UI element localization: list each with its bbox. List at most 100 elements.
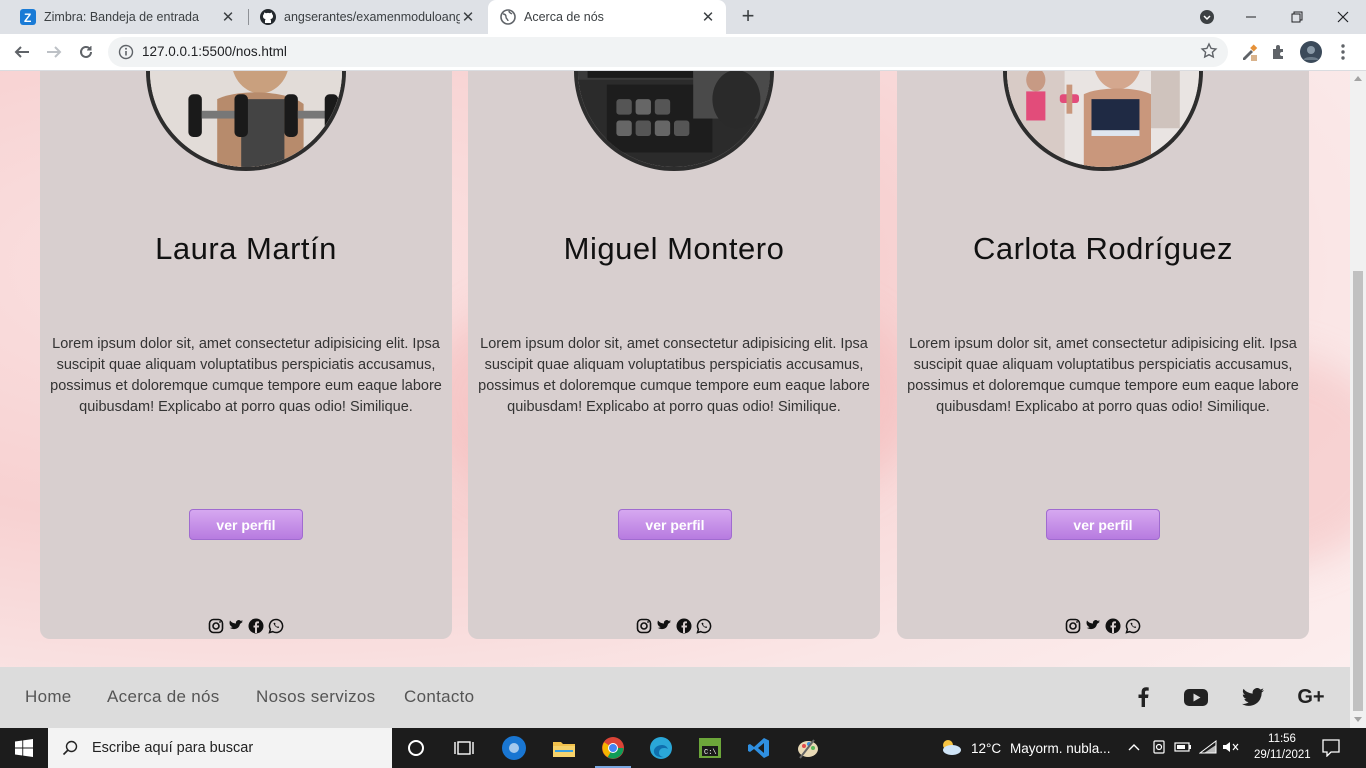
browser-tab-bar: Z Zimbra: Bandeja de entrada ✕ angserant… xyxy=(0,0,1366,34)
social-icons xyxy=(40,618,452,634)
cortana-icon[interactable] xyxy=(392,728,440,768)
facebook-icon[interactable] xyxy=(1105,618,1121,634)
facebook-icon[interactable] xyxy=(676,618,692,634)
team-card: Laura Martín Lorem ipsum dolor sit, amet… xyxy=(40,71,452,639)
windows-start-icon[interactable] xyxy=(0,728,48,768)
member-description: Lorem ipsum dolor sit, amet consectetur … xyxy=(50,336,442,415)
footer-link-servizos[interactable]: Nosos servizos xyxy=(256,687,375,707)
social-icons xyxy=(897,618,1309,634)
meet-now-icon[interactable] xyxy=(1152,740,1166,761)
profile-avatar[interactable] xyxy=(1300,41,1322,63)
battery-icon[interactable] xyxy=(1174,740,1192,759)
search-placeholder: Escribe aquí para buscar xyxy=(92,740,254,756)
footer-link-acerca[interactable]: Acerca de nós xyxy=(107,687,220,707)
clock-time: 11:56 xyxy=(1268,733,1296,745)
profile-photo xyxy=(146,71,346,171)
eyedropper-extension-icon[interactable] xyxy=(1238,41,1260,63)
ver-perfil-button[interactable]: ver perfil xyxy=(189,509,303,540)
globe-icon xyxy=(500,9,516,25)
team-card: Carlota Rodríguez Lorem ipsum dolor sit,… xyxy=(897,71,1309,639)
facebook-icon[interactable] xyxy=(248,618,264,634)
twitter-icon[interactable] xyxy=(1085,618,1101,634)
member-name: Carlota Rodríguez xyxy=(972,231,1234,266)
member-description: Lorem ipsum dolor sit, amet consectetur … xyxy=(478,336,870,415)
member-description: Lorem ipsum dolor sit, amet consectetur … xyxy=(907,336,1299,415)
page-scrollbar[interactable] xyxy=(1350,71,1366,728)
app-badge-icon[interactable] xyxy=(490,728,538,768)
svg-text:Z: Z xyxy=(24,11,31,25)
close-tab-icon[interactable]: ✕ xyxy=(460,9,476,26)
tab-title: angserantes/examenmoduloange xyxy=(284,10,460,24)
terminal-app-icon[interactable]: C:\ xyxy=(686,728,734,768)
page-viewport: Laura Martín Lorem ipsum dolor sit, amet… xyxy=(0,71,1350,728)
taskbar-search-box[interactable]: Escribe aquí para buscar xyxy=(48,728,392,768)
menu-kebab-icon[interactable] xyxy=(1332,41,1354,63)
windows-taskbar: Escribe aquí para buscar C:\ 12°C Mayorm… xyxy=(0,728,1366,768)
scrollbar-thumb[interactable] xyxy=(1353,271,1363,711)
wifi-icon[interactable] xyxy=(1198,740,1217,759)
member-name: Miguel Montero xyxy=(563,231,785,266)
whatsapp-icon[interactable] xyxy=(696,618,712,634)
paint-app-icon[interactable] xyxy=(784,728,832,768)
url-text: 127.0.0.1:5500/nos.html xyxy=(142,44,287,59)
ver-perfil-button[interactable]: ver perfil xyxy=(1046,509,1160,540)
whatsapp-icon[interactable] xyxy=(1125,618,1141,634)
zimbra-icon: Z xyxy=(20,9,36,25)
instagram-icon[interactable] xyxy=(636,618,652,634)
tab-acerca-de-nos[interactable]: Acerca de nós ✕ xyxy=(488,0,726,34)
twitter-icon[interactable] xyxy=(656,618,672,634)
profile-photo xyxy=(574,71,774,171)
tab-search-icon[interactable] xyxy=(1184,0,1230,34)
github-icon xyxy=(260,9,276,25)
new-tab-button[interactable]: + xyxy=(736,5,760,29)
reload-button[interactable] xyxy=(72,38,100,66)
volume-muted-icon[interactable] xyxy=(1222,740,1240,759)
tab-zimbra[interactable]: Z Zimbra: Bandeja de entrada ✕ xyxy=(8,0,246,34)
close-tab-icon[interactable]: ✕ xyxy=(700,9,716,26)
twitter-icon[interactable] xyxy=(228,618,244,634)
restore-button[interactable] xyxy=(1274,0,1320,34)
vscode-icon[interactable] xyxy=(735,728,783,768)
footer-link-contacto[interactable]: Contacto xyxy=(404,687,474,707)
twitter-icon[interactable] xyxy=(1242,684,1264,710)
forward-button[interactable] xyxy=(40,38,68,66)
close-tab-icon[interactable]: ✕ xyxy=(220,9,236,26)
social-icons xyxy=(468,618,880,634)
close-window-button[interactable] xyxy=(1320,0,1366,34)
notifications-icon[interactable] xyxy=(1322,739,1340,762)
clock-date: 29/11/2021 xyxy=(1254,749,1311,761)
facebook-icon[interactable] xyxy=(1136,684,1150,710)
file-explorer-icon[interactable] xyxy=(540,728,588,768)
system-clock[interactable]: 11:56 29/11/2021 xyxy=(1254,731,1311,763)
whatsapp-icon[interactable] xyxy=(268,618,284,634)
edge-icon[interactable] xyxy=(637,728,685,768)
tab-github[interactable]: angserantes/examenmoduloange ✕ xyxy=(248,0,486,34)
search-icon xyxy=(62,740,78,756)
weather-temperature[interactable]: 12°C xyxy=(971,741,1001,756)
team-card: Miguel Montero Lorem ipsum dolor sit, am… xyxy=(468,71,880,639)
scroll-up-arrow[interactable] xyxy=(1354,76,1362,81)
task-view-icon[interactable] xyxy=(440,728,488,768)
footer-link-home[interactable]: Home xyxy=(25,687,72,707)
weather-description[interactable]: Mayorm. nubla... xyxy=(1010,741,1111,756)
site-info-icon[interactable] xyxy=(118,44,134,60)
scroll-down-arrow[interactable] xyxy=(1354,717,1362,722)
minimize-button[interactable] xyxy=(1228,0,1274,34)
extensions-puzzle-icon[interactable] xyxy=(1268,41,1290,63)
site-footer: Home Acerca de nós Nosos servizos Contac… xyxy=(0,667,1350,728)
weather-cloud-icon[interactable] xyxy=(940,738,962,756)
browser-toolbar: 127.0.0.1:5500/nos.html xyxy=(0,34,1366,71)
google-plus-icon[interactable]: G+ xyxy=(1296,684,1326,710)
instagram-icon[interactable] xyxy=(1065,618,1081,634)
instagram-icon[interactable] xyxy=(208,618,224,634)
bookmark-star-icon[interactable] xyxy=(1200,42,1218,60)
address-bar[interactable]: 127.0.0.1:5500/nos.html xyxy=(108,37,1228,67)
tab-title: Zimbra: Bandeja de entrada xyxy=(44,10,199,24)
profile-photo xyxy=(1003,71,1203,171)
tab-title: Acerca de nós xyxy=(524,10,604,24)
back-button[interactable] xyxy=(8,38,36,66)
chrome-icon[interactable] xyxy=(589,728,637,768)
chevron-up-icon[interactable] xyxy=(1127,740,1141,759)
ver-perfil-button[interactable]: ver perfil xyxy=(618,509,732,540)
youtube-icon[interactable] xyxy=(1184,684,1208,710)
